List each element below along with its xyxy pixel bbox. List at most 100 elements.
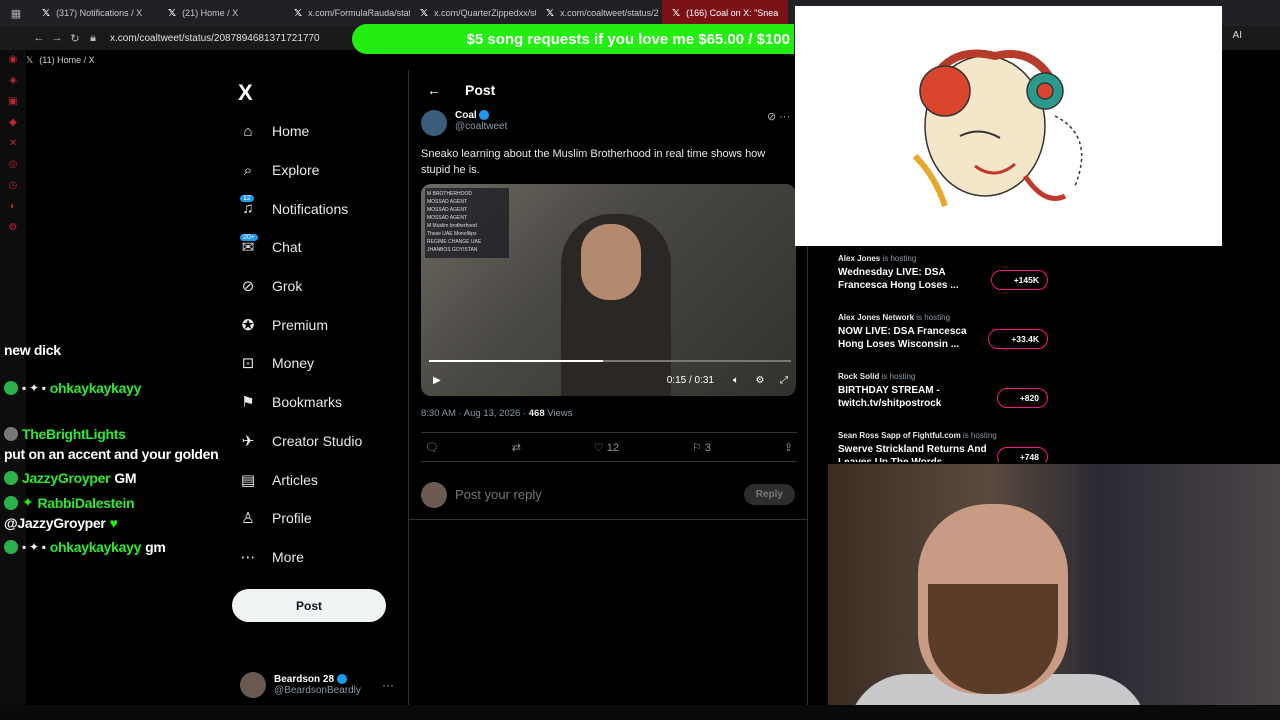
chat-username[interactable]: JazzyGroyper (22, 470, 111, 486)
tab-1[interactable]: 𝕏 (21) Home / X (158, 0, 284, 26)
video-player[interactable]: M BROTHERHOOD MOSSAD AGENT MOSSAD AGENT … (421, 184, 796, 396)
x-logo-icon[interactable]: X (238, 80, 253, 106)
x-icon: 𝕏 (672, 7, 681, 19)
nav-item-money[interactable]: ⊡ Money (238, 344, 408, 383)
verified-icon (336, 674, 347, 685)
reply-icon[interactable]: 🗨︎ (425, 441, 439, 454)
sidebar-app-icon[interactable]: ⚙ (9, 222, 18, 233)
post-column: ← Post Coal @coaltweet ⊘ ··· Sneako lear… (408, 70, 808, 720)
tab-search-icon[interactable]: ▦ (0, 0, 32, 26)
tab-label: x.com/QuarterZippedxx/st (434, 8, 536, 18)
sidebar-app-icon[interactable]: ◆ (9, 117, 17, 128)
bookmark-button[interactable]: ⚐ 3 (692, 441, 711, 454)
post-button[interactable]: Post (232, 589, 386, 622)
nav-label: Home (272, 123, 310, 140)
author-avatar[interactable] (421, 110, 447, 136)
listener-count-badge[interactable]: +748 (996, 447, 1048, 462)
tab-3[interactable]: 𝕏x.com/QuarterZippedxx/st (410, 0, 536, 26)
chat-username[interactable]: ohkaykaykayy (50, 380, 142, 396)
nav-item-more[interactable]: ⋯ More (238, 538, 408, 577)
list-item[interactable]: Sean Ross Sapp of Fightful.com is hostin… (828, 427, 1060, 462)
tab-4[interactable]: 𝕏x.com/coaltweet/status/2 (536, 0, 662, 26)
nav-item-notifications[interactable]: ♫ 12 Notifications (238, 189, 408, 228)
video-progress-bar[interactable] (429, 360, 791, 362)
x-icon: 𝕏 (42, 7, 51, 19)
nav-item-explore[interactable]: ⌕ Explore (238, 151, 408, 190)
account-switcher[interactable]: Beardson 28 @BeardsonBeardly ··· (240, 672, 400, 698)
nav-item-chat[interactable]: ✉ 20+ Chat (238, 228, 408, 267)
chat-username[interactable]: RabbiDalestein (37, 495, 134, 511)
share-icon[interactable]: ⇪ (784, 441, 793, 454)
bookmark-item[interactable]: (11) Home / X (39, 55, 94, 65)
grok-explain-icon[interactable]: ⊘ ··· (767, 110, 790, 123)
back-icon[interactable]: ← (30, 32, 48, 44)
tab-2[interactable]: 𝕏x.com/FormulaRauda/stat (284, 0, 410, 26)
chat-message: TheBrightLights put on an accent and your… (0, 426, 236, 462)
listener-count-badge[interactable]: +820 (996, 388, 1048, 408)
nav-item-premium[interactable]: ✪ Premium (238, 305, 408, 344)
ai-button[interactable]: AI (1233, 30, 1242, 41)
live-host: Alex Jones Network is hosting (838, 313, 1050, 322)
badge-icon (4, 540, 18, 554)
search-icon: ⌕ (243, 161, 253, 179)
sidebar-app-icon[interactable]: ✕ (9, 138, 17, 149)
fullscreen-icon[interactable]: ⤢ (772, 375, 796, 386)
url-text[interactable]: x.com/coaltweet/status/20878946813717217… (110, 33, 320, 44)
chat-username[interactable]: ohkaykaykayy (50, 539, 142, 555)
tab-0[interactable]: 𝕏 (317) Notifications / X (32, 0, 158, 26)
chat-message: ▪ ✦ ▪ ohkaykaykayy (0, 376, 236, 400)
back-arrow-icon[interactable]: ← (427, 82, 441, 98)
nav-item-grok[interactable]: ⊘ Grok (238, 267, 408, 306)
tab-5-active[interactable]: 𝕏 (166) Coal on X: "Snea (662, 0, 788, 26)
sidebar-app-icon[interactable]: ◐ (10, 201, 16, 212)
settings-icon[interactable]: ⚙ (748, 375, 772, 386)
sidebar-app-icon[interactable]: ◎ (9, 159, 18, 170)
live-title: Wednesday LIVE: DSA Francesca Hong Loses… (838, 267, 959, 291)
lock-icon: 🔒︎ (90, 31, 96, 44)
list-item[interactable]: Rock Solid is hosting BIRTHDAY STREAM - … (828, 368, 1060, 427)
rocket-icon: ✈ (241, 432, 255, 450)
list-item[interactable]: Alex Jones Network is hosting NOW LIVE: … (828, 309, 1060, 368)
chat-message: new dick (0, 338, 236, 362)
listener-count-badge[interactable]: +145K (990, 270, 1048, 290)
nav-item-creator-studio[interactable]: ✈ Creator Studio (238, 422, 408, 461)
nav-item-bookmarks[interactable]: ⚑ Bookmarks (238, 383, 408, 422)
forward-icon[interactable]: → (48, 32, 66, 44)
overlay-line: JHANBOS GOYISTAN (427, 247, 478, 253)
live-host: Rock Solid is hosting (838, 372, 1050, 381)
sidebar-app-icon[interactable]: ◈ (9, 75, 17, 86)
listener-count-badge[interactable]: +33.4K (988, 329, 1048, 349)
nav-item-home[interactable]: ⌂ Home (238, 112, 408, 151)
live-host: Sean Ross Sapp of Fightful.com is hostin… (838, 431, 1050, 440)
nav-label: Bookmarks (272, 394, 343, 411)
chat-text: new dick (4, 342, 61, 358)
more-icon[interactable]: ··· (382, 678, 394, 692)
profile-icon: ♙ (241, 510, 255, 528)
volume-icon[interactable]: 🔈︎ (724, 375, 748, 386)
badge-icon (4, 427, 18, 441)
reply-input[interactable]: Post your reply (455, 487, 736, 502)
nav-label: Articles (272, 471, 318, 488)
play-icon[interactable]: ▶ (433, 375, 441, 386)
host-name: Alex Jones (838, 254, 881, 263)
post-header: ← Post (427, 82, 495, 98)
nav-item-profile[interactable]: ♙ Profile (238, 499, 408, 538)
post-author[interactable]: Coal @coaltweet (421, 110, 507, 136)
repost-icon[interactable]: ⇄ (512, 441, 521, 454)
hosting-label: is hosting (882, 254, 917, 263)
account-name-text: Beardson 28 (274, 674, 335, 685)
sidebar-app-icon[interactable]: ◉ (9, 54, 18, 65)
nav-item-articles[interactable]: ▤ Articles (238, 460, 408, 499)
nav-label: Grok (272, 278, 303, 295)
taskbar (0, 705, 1280, 720)
reply-button[interactable]: Reply (743, 484, 795, 505)
reload-icon[interactable]: ↻ (66, 32, 84, 45)
chat-username[interactable]: TheBrightLights (22, 426, 126, 442)
author-name-text: Coal (455, 110, 477, 121)
list-item[interactable]: Alex Jones is hosting Wednesday LIVE: DS… (828, 250, 1060, 309)
like-button[interactable]: ♡ 12 (594, 441, 619, 454)
overlay-line: REGIME CHANGE UAE (427, 239, 482, 245)
artwork-overlay (795, 6, 1222, 246)
sidebar-app-icon[interactable]: ▣ (8, 96, 17, 107)
sidebar-app-icon[interactable]: ◷ (9, 180, 18, 191)
